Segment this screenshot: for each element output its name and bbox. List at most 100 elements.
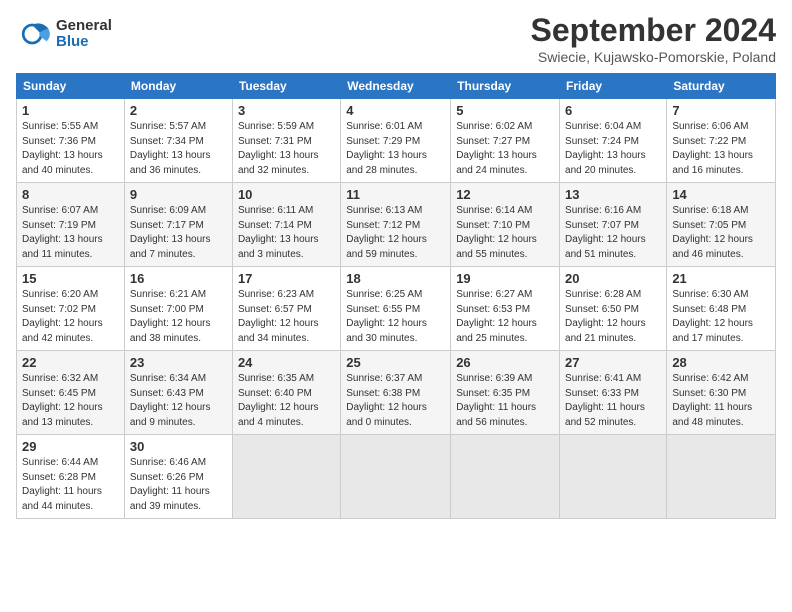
day-info: Sunrise: 6:30 AMSunset: 6:48 PMDaylight:… — [672, 289, 753, 344]
day-number: 5 — [456, 103, 554, 118]
logo-text: General Blue — [56, 18, 112, 51]
day-info: Sunrise: 6:06 AMSunset: 7:22 PMDaylight:… — [672, 121, 753, 176]
day-number: 25 — [346, 355, 445, 370]
calendar-week-row-4: 29 Sunrise: 6:44 AMSunset: 6:28 PMDayligh… — [17, 435, 776, 519]
day-number: 9 — [130, 187, 227, 202]
day-info: Sunrise: 6:25 AMSunset: 6:55 PMDaylight:… — [346, 289, 427, 344]
month-title: September 2024 — [531, 12, 776, 49]
calendar-cell — [451, 435, 560, 519]
day-info: Sunrise: 6:46 AMSunset: 6:26 PMDaylight:… — [130, 457, 210, 512]
calendar-cell: 9 Sunrise: 6:09 AMSunset: 7:17 PMDaylight… — [124, 183, 232, 267]
day-number: 24 — [238, 355, 335, 370]
calendar-cell: 20 Sunrise: 6:28 AMSunset: 6:50 PMDayligh… — [560, 267, 667, 351]
calendar-cell: 6 Sunrise: 6:04 AMSunset: 7:24 PMDaylight… — [560, 99, 667, 183]
calendar-cell: 29 Sunrise: 6:44 AMSunset: 6:28 PMDayligh… — [17, 435, 125, 519]
day-number: 15 — [22, 271, 119, 286]
day-info: Sunrise: 6:34 AMSunset: 6:43 PMDaylight:… — [130, 373, 211, 428]
day-number: 30 — [130, 439, 227, 454]
header-monday: Monday — [124, 74, 232, 99]
calendar-cell: 14 Sunrise: 6:18 AMSunset: 7:05 PMDayligh… — [667, 183, 776, 267]
calendar-cell: 17Sunrise: 6:23 AMSunset: 6:57 PMDayligh… — [232, 267, 340, 351]
logo-general: General — [56, 18, 112, 35]
calendar-cell: 27Sunrise: 6:41 AMSunset: 6:33 PMDayligh… — [560, 351, 667, 435]
calendar-header-row: Sunday Monday Tuesday Wednesday Thursday… — [17, 74, 776, 99]
day-number: 14 — [672, 187, 770, 202]
header-friday: Friday — [560, 74, 667, 99]
calendar-table: Sunday Monday Tuesday Wednesday Thursday… — [16, 73, 776, 519]
day-info: Sunrise: 6:44 AMSunset: 6:28 PMDaylight:… — [22, 457, 102, 512]
calendar-cell — [560, 435, 667, 519]
day-number: 6 — [565, 103, 661, 118]
calendar-cell: 11Sunrise: 6:13 AMSunset: 7:12 PMDayligh… — [341, 183, 451, 267]
day-number: 1 — [22, 103, 119, 118]
day-info: Sunrise: 6:16 AMSunset: 7:07 PMDaylight:… — [565, 205, 646, 260]
main-container: General Blue September 2024 Swiecie, Kuj… — [0, 0, 792, 531]
day-number: 18 — [346, 271, 445, 286]
calendar-cell: 12Sunrise: 6:14 AMSunset: 7:10 PMDayligh… — [451, 183, 560, 267]
calendar-cell — [232, 435, 340, 519]
day-info: Sunrise: 6:27 AMSunset: 6:53 PMDaylight:… — [456, 289, 537, 344]
day-info: Sunrise: 6:02 AMSunset: 7:27 PMDaylight:… — [456, 121, 537, 176]
day-number: 7 — [672, 103, 770, 118]
calendar-cell: 15 Sunrise: 6:20 AMSunset: 7:02 PMDayligh… — [17, 267, 125, 351]
header: General Blue September 2024 Swiecie, Kuj… — [16, 12, 776, 65]
day-number: 26 — [456, 355, 554, 370]
header-tuesday: Tuesday — [232, 74, 340, 99]
calendar-cell: 22Sunrise: 6:32 AMSunset: 6:45 PMDayligh… — [17, 351, 125, 435]
header-thursday: Thursday — [451, 74, 560, 99]
day-info: Sunrise: 6:35 AMSunset: 6:40 PMDaylight:… — [238, 373, 319, 428]
day-number: 29 — [22, 439, 119, 454]
day-number: 12 — [456, 187, 554, 202]
day-info: Sunrise: 5:55 AMSunset: 7:36 PMDaylight:… — [22, 121, 103, 176]
calendar-cell: 8Sunrise: 6:07 AMSunset: 7:19 PMDaylight… — [17, 183, 125, 267]
day-number: 20 — [565, 271, 661, 286]
day-number: 4 — [346, 103, 445, 118]
title-block: September 2024 Swiecie, Kujawsko-Pomorsk… — [531, 12, 776, 65]
day-number: 28 — [672, 355, 770, 370]
day-info: Sunrise: 5:57 AMSunset: 7:34 PMDaylight:… — [130, 121, 211, 176]
day-info: Sunrise: 6:37 AMSunset: 6:38 PMDaylight:… — [346, 373, 427, 428]
day-info: Sunrise: 6:13 AMSunset: 7:12 PMDaylight:… — [346, 205, 427, 260]
calendar-cell: 24 Sunrise: 6:35 AMSunset: 6:40 PMDayligh… — [232, 351, 340, 435]
day-number: 19 — [456, 271, 554, 286]
day-number: 17 — [238, 271, 335, 286]
day-info: Sunrise: 6:20 AMSunset: 7:02 PMDaylight:… — [22, 289, 103, 344]
day-info: Sunrise: 6:39 AMSunset: 6:35 PMDaylight:… — [456, 373, 536, 428]
calendar-cell: 2 Sunrise: 5:57 AMSunset: 7:34 PMDaylight… — [124, 99, 232, 183]
day-number: 21 — [672, 271, 770, 286]
logo: General Blue — [16, 16, 112, 52]
day-info: Sunrise: 6:07 AMSunset: 7:19 PMDaylight:… — [22, 205, 103, 260]
calendar-cell: 16Sunrise: 6:21 AMSunset: 7:00 PMDayligh… — [124, 267, 232, 351]
calendar-cell: 25 Sunrise: 6:37 AMSunset: 6:38 PMDayligh… — [341, 351, 451, 435]
calendar-cell: 7 Sunrise: 6:06 AMSunset: 7:22 PMDaylight… — [667, 99, 776, 183]
calendar-week-row-3: 22Sunrise: 6:32 AMSunset: 6:45 PMDayligh… — [17, 351, 776, 435]
day-number: 10 — [238, 187, 335, 202]
logo-blue: Blue — [56, 34, 112, 51]
day-number: 16 — [130, 271, 227, 286]
calendar-cell — [667, 435, 776, 519]
day-info: Sunrise: 6:28 AMSunset: 6:50 PMDaylight:… — [565, 289, 646, 344]
location-subtitle: Swiecie, Kujawsko-Pomorskie, Poland — [531, 49, 776, 65]
day-number: 2 — [130, 103, 227, 118]
calendar-cell — [341, 435, 451, 519]
calendar-cell: 19 Sunrise: 6:27 AMSunset: 6:53 PMDayligh… — [451, 267, 560, 351]
calendar-cell: 5 Sunrise: 6:02 AMSunset: 7:27 PMDaylight… — [451, 99, 560, 183]
day-number: 13 — [565, 187, 661, 202]
calendar-cell: 18 Sunrise: 6:25 AMSunset: 6:55 PMDayligh… — [341, 267, 451, 351]
header-saturday: Saturday — [667, 74, 776, 99]
day-info: Sunrise: 6:04 AMSunset: 7:24 PMDaylight:… — [565, 121, 646, 176]
day-info: Sunrise: 6:11 AMSunset: 7:14 PMDaylight:… — [238, 205, 319, 260]
calendar-week-row-1: 8Sunrise: 6:07 AMSunset: 7:19 PMDaylight… — [17, 183, 776, 267]
calendar-cell: 13 Sunrise: 6:16 AMSunset: 7:07 PMDayligh… — [560, 183, 667, 267]
day-info: Sunrise: 6:09 AMSunset: 7:17 PMDaylight:… — [130, 205, 211, 260]
day-info: Sunrise: 6:18 AMSunset: 7:05 PMDaylight:… — [672, 205, 753, 260]
day-number: 27 — [565, 355, 661, 370]
calendar-cell: 4Sunrise: 6:01 AMSunset: 7:29 PMDaylight… — [341, 99, 451, 183]
day-info: Sunrise: 6:42 AMSunset: 6:30 PMDaylight:… — [672, 373, 752, 428]
calendar-cell: 30 Sunrise: 6:46 AMSunset: 6:26 PMDayligh… — [124, 435, 232, 519]
calendar-cell: 23Sunrise: 6:34 AMSunset: 6:43 PMDayligh… — [124, 351, 232, 435]
calendar-week-row-0: 1 Sunrise: 5:55 AMSunset: 7:36 PMDaylight… — [17, 99, 776, 183]
day-info: Sunrise: 5:59 AMSunset: 7:31 PMDaylight:… — [238, 121, 319, 176]
calendar-cell: 26 Sunrise: 6:39 AMSunset: 6:35 PMDayligh… — [451, 351, 560, 435]
calendar-cell: 1 Sunrise: 5:55 AMSunset: 7:36 PMDaylight… — [17, 99, 125, 183]
